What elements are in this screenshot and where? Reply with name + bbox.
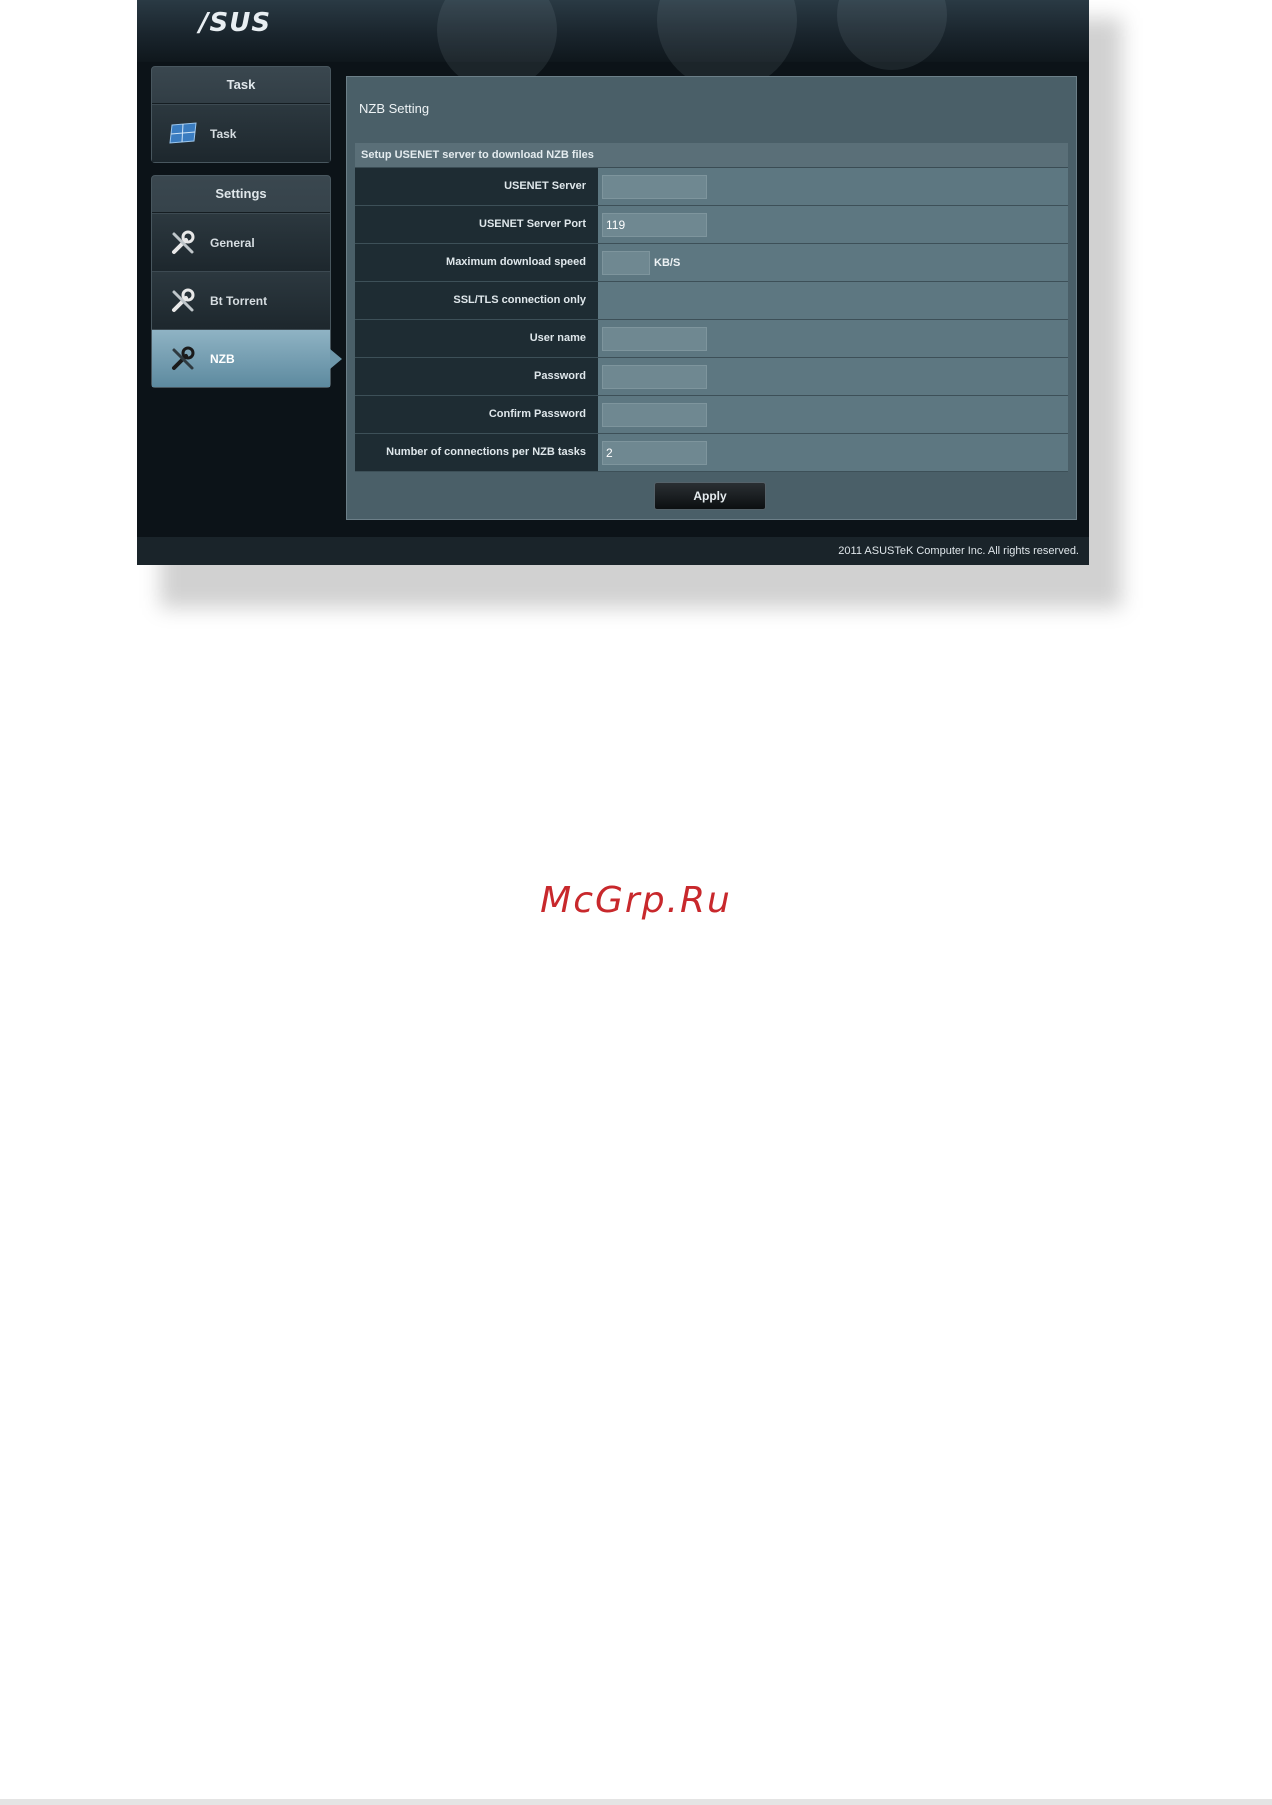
field-label: Password: [355, 358, 598, 395]
apply-button[interactable]: Apply: [654, 482, 766, 510]
table-row: Maximum download speed KB/S: [355, 244, 1068, 282]
settings-table: Setup USENET server to download NZB file…: [355, 143, 1068, 472]
sidebar-item-label: Task: [210, 126, 237, 141]
sidebar: Task Task Settings General Bt Torrent NZ…: [151, 66, 342, 400]
usenet-server-port-input[interactable]: [602, 212, 707, 237]
sidebar-item-task[interactable]: Task: [152, 104, 330, 162]
table-row: User name: [355, 320, 1068, 358]
table-row: Confirm Password: [355, 396, 1068, 434]
page-title: NZB Setting: [359, 101, 430, 116]
wrench-icon: [166, 342, 200, 376]
page-bottom-border: [0, 1799, 1272, 1805]
field-label: USENET Server Port: [355, 206, 598, 243]
table-row: Number of connections per NZB tasks: [355, 434, 1068, 472]
field-label: Number of connections per NZB tasks: [355, 434, 598, 471]
table-caption: Setup USENET server to download NZB file…: [355, 143, 1068, 168]
field-label: User name: [355, 320, 598, 357]
task-icon: [166, 117, 200, 151]
asus-logo: /SUS: [199, 8, 272, 38]
sidebar-item-label: General: [210, 235, 255, 250]
confirm-password-input[interactable]: [602, 402, 707, 427]
field-label: USENET Server: [355, 168, 598, 205]
task-section: Task Task: [151, 66, 331, 163]
wrench-icon: [166, 226, 200, 260]
settings-section-title: Settings: [152, 176, 330, 213]
table-row: SSL/TLS connection only: [355, 282, 1068, 320]
footer-copyright: 2011 ASUSTeK Computer Inc. All rights re…: [137, 537, 1089, 565]
sidebar-item-label: NZB: [210, 351, 235, 366]
sidebar-item-nzb[interactable]: NZB: [152, 329, 342, 387]
wrench-icon: [166, 284, 200, 318]
password-input[interactable]: [602, 364, 707, 389]
field-label: SSL/TLS connection only: [355, 282, 598, 319]
ssl-tls-toggle-area[interactable]: [598, 282, 1068, 319]
user-name-input[interactable]: [602, 326, 707, 351]
connections-per-task-input[interactable]: [602, 440, 707, 465]
settings-section: Settings General Bt Torrent NZB: [151, 175, 342, 388]
table-row: Password: [355, 358, 1068, 396]
task-section-title: Task: [152, 67, 330, 104]
banner-decoration: [837, 0, 947, 70]
speed-unit: KB/S: [654, 256, 681, 269]
max-download-speed-input[interactable]: [602, 250, 650, 275]
watermark: McGrp.Ru: [540, 880, 732, 921]
nzb-settings-panel: NZB Setting Setup USENET server to downl…: [346, 76, 1077, 520]
table-row: USENET Server Port: [355, 206, 1068, 244]
sidebar-item-general[interactable]: General: [152, 213, 330, 271]
usenet-server-input[interactable]: [602, 174, 707, 199]
field-label: Maximum download speed: [355, 244, 598, 281]
sidebar-item-label: Bt Torrent: [210, 293, 268, 308]
header-banner: /SUS: [137, 0, 1089, 90]
app-window: /SUS Task Task Settings General Bt Torre…: [137, 0, 1089, 565]
table-row: USENET Server: [355, 168, 1068, 206]
field-label: Confirm Password: [355, 396, 598, 433]
sidebar-item-bt-torrent[interactable]: Bt Torrent: [152, 271, 330, 329]
